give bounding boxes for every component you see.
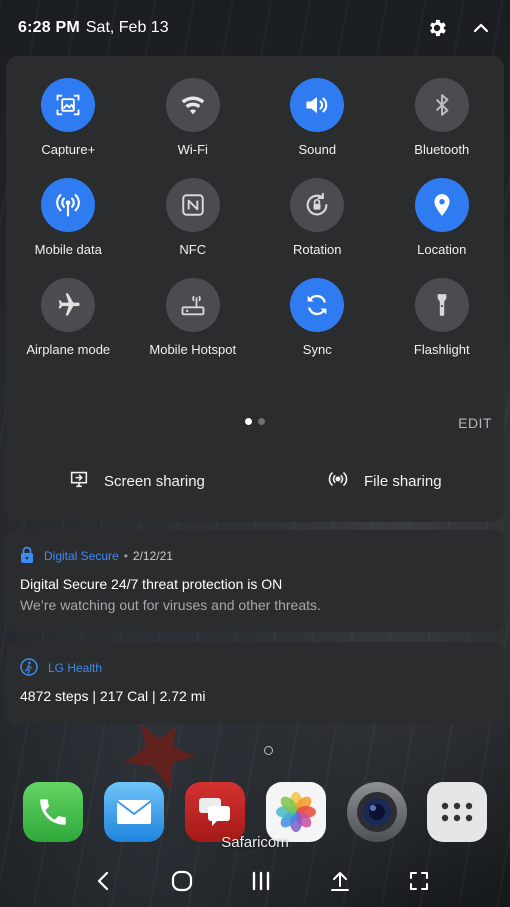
date: Sat, Feb 13 <box>85 19 169 36</box>
tile-label: Flashlight <box>413 342 470 357</box>
quick-settings-grid: Capture+ Wi-Fi Sound Bluetooth Mobile da <box>6 78 504 357</box>
tile-label: Capture+ <box>41 142 96 157</box>
tile-label: NFC <box>179 242 207 257</box>
tile-label: Mobile Hotspot <box>149 342 237 357</box>
screen-sharing-label: Screen sharing <box>104 472 205 490</box>
antenna-icon <box>41 178 96 232</box>
tile-capture-plus[interactable]: Capture+ <box>6 78 131 157</box>
back-icon[interactable] <box>90 868 116 894</box>
hotspot-icon <box>165 278 220 332</box>
notification-app-name: Digital Secure <box>44 549 119 563</box>
app-drawer-icon[interactable] <box>427 782 487 842</box>
tile-bluetooth[interactable]: Bluetooth <box>380 78 505 157</box>
screen-sharing-button[interactable]: Screen sharing <box>68 468 205 495</box>
file-share-icon <box>326 468 350 495</box>
tile-location[interactable]: Location <box>380 178 505 257</box>
separator-dot: • <box>123 549 128 563</box>
notification-title: 4872 steps | 217 Cal | 2.72 mi <box>20 688 206 704</box>
tile-label: Location <box>417 242 467 257</box>
home-page-indicator <box>264 746 273 755</box>
tile-label: Rotation <box>293 242 342 257</box>
tile-mobile-hotspot[interactable]: Mobile Hotspot <box>131 278 256 357</box>
share-row: Screen sharing File sharing <box>6 456 504 506</box>
wifi-icon <box>165 78 220 132</box>
notification-body: We’re watching out for viruses and other… <box>20 597 321 613</box>
page-indicator <box>245 418 265 425</box>
home-icon[interactable] <box>169 868 195 894</box>
status-bar: 6:28 PM Sat, Feb 13 <box>0 0 510 56</box>
tile-label: Wi-Fi <box>177 142 208 157</box>
mail-icon[interactable] <box>104 782 164 842</box>
location-pin-icon <box>414 178 469 232</box>
chevron-up-icon[interactable] <box>470 17 492 39</box>
tile-mobile-data[interactable]: Mobile data <box>6 178 131 257</box>
camera-icon[interactable] <box>347 782 407 842</box>
tile-label: Bluetooth <box>414 142 470 157</box>
clock: 6:28 PM <box>18 19 80 36</box>
notification-header: Digital Secure • 2/12/21 <box>20 544 490 568</box>
tile-label: Mobile data <box>34 242 102 257</box>
notification-lg-health[interactable]: LG Health 4872 steps | 217 Cal | 2.72 mi <box>6 642 504 724</box>
phone-icon[interactable] <box>23 782 83 842</box>
bluetooth-icon <box>414 78 469 132</box>
tile-rotation[interactable]: Rotation <box>255 178 380 257</box>
tile-wifi[interactable]: Wi-Fi <box>131 78 256 157</box>
notification-header: LG Health <box>20 656 490 680</box>
file-sharing-label: File sharing <box>364 472 442 490</box>
photos-icon[interactable] <box>266 782 326 842</box>
recents-icon[interactable] <box>248 868 274 894</box>
capture-icon <box>41 78 96 132</box>
navigation-bar <box>0 860 510 902</box>
notification-app-name: LG Health <box>48 661 103 675</box>
tile-airplane-mode[interactable]: Airplane mode <box>6 278 131 357</box>
speaker-icon <box>290 78 345 132</box>
walking-person-icon <box>20 657 38 679</box>
nfc-icon <box>165 178 220 232</box>
tile-label: Sound <box>298 142 337 157</box>
tile-flashlight[interactable]: Flashlight <box>380 278 505 357</box>
lock-icon <box>20 546 34 567</box>
fullscreen-icon[interactable] <box>406 868 432 894</box>
airplane-icon <box>41 278 96 332</box>
tile-sync[interactable]: Sync <box>255 278 380 357</box>
notification-digital-secure[interactable]: Digital Secure • 2/12/21 Digital Secure … <box>6 530 504 632</box>
flashlight-icon <box>414 278 469 332</box>
gear-icon[interactable] <box>426 17 448 39</box>
tile-label: Airplane mode <box>26 342 111 357</box>
edit-button[interactable]: EDIT <box>458 415 492 431</box>
file-sharing-button[interactable]: File sharing <box>326 468 442 495</box>
messages-icon[interactable] <box>185 782 245 842</box>
page-dot-active <box>245 418 252 425</box>
page-dot[interactable] <box>258 418 265 425</box>
rotation-lock-icon <box>290 178 345 232</box>
tile-sound[interactable]: Sound <box>255 78 380 157</box>
tile-label: Sync <box>302 342 332 357</box>
tile-nfc[interactable]: NFC <box>131 178 256 257</box>
upload-icon[interactable] <box>327 868 353 894</box>
notification-title: Digital Secure 24/7 threat protection is… <box>20 576 283 592</box>
carrier-label: Safaricom <box>221 834 289 851</box>
sync-icon <box>290 278 345 332</box>
notification-time: 2/12/21 <box>132 549 173 563</box>
screen-share-icon <box>68 468 90 495</box>
quick-settings-panel: Capture+ Wi-Fi Sound Bluetooth Mobile da <box>6 56 504 522</box>
